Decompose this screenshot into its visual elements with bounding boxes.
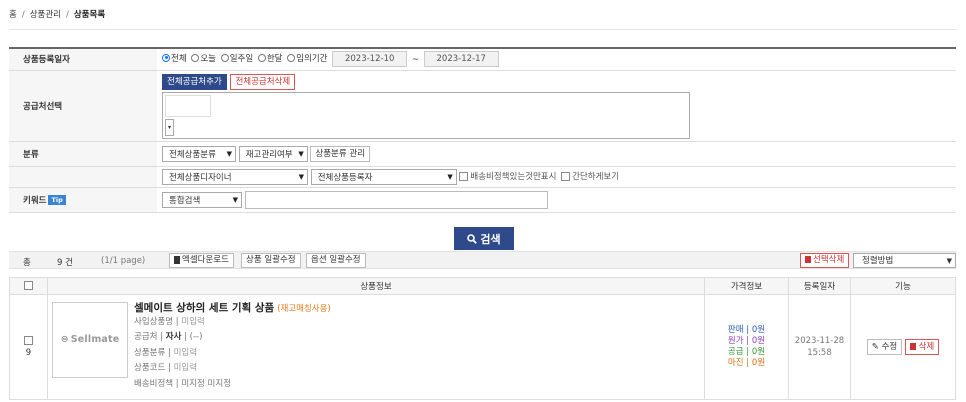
chevron-down-icon: ▼ [226, 149, 232, 158]
breadcrumb-home[interactable]: 홈 [9, 10, 17, 20]
category-select[interactable]: 전체상품분류 ▼ [162, 145, 236, 162]
category-manage-button[interactable]: 상품분류 관리 [310, 145, 371, 162]
reg-date: 2023-11-28 [794, 336, 845, 346]
keyword-input[interactable] [244, 190, 548, 209]
supplier-label: 공급처선택 [9, 70, 157, 142]
empty-label [9, 166, 157, 188]
page-indicator: (1/1 page) [101, 256, 146, 266]
price-cost: 원가 | 0원 [727, 336, 766, 346]
supplier-delete-all-button[interactable]: 전체공급처삭제 [230, 73, 296, 90]
price-sale: 판매 | 0원 [727, 325, 766, 335]
tip-badge[interactable]: Tip [48, 195, 66, 205]
radio-month[interactable]: 한달 [257, 52, 283, 64]
total-count: 9 건 [57, 258, 73, 268]
supplier-add-all-button[interactable]: 전체공급처추가 [162, 73, 227, 90]
search-icon [467, 233, 478, 244]
category-line: 상품분류 | 미입력 [134, 347, 198, 358]
search-button[interactable]: 검색 [454, 227, 514, 250]
header-info: 상품정보 [47, 277, 705, 295]
sort-select[interactable]: 정렬방법 ▼ [853, 253, 956, 268]
supplier-select[interactable] [165, 94, 211, 117]
table-row: 9 ⊜ Sellmate 셀메이트 상하의 세트 기획 상품 (재고매칭사용) 사입… [9, 294, 956, 400]
biz-name-line: 사입상품명 | 미입력 [134, 316, 205, 327]
date-to-input[interactable]: 2023-12-17 [423, 51, 499, 68]
product-name[interactable]: 셀메이트 상하의 세트 기획 상품 [134, 302, 274, 314]
chevron-down-icon: ▼ [946, 257, 952, 265]
trash-icon [805, 256, 811, 263]
product-table: 상품정보 가격정보 등록일자 기능 9 ⊜ Sellmate 셀메이트 상하의 세… [9, 277, 956, 400]
date-label: 상품등록일자 [9, 48, 157, 71]
date-separator: ~ [411, 54, 420, 65]
header-date: 등록일자 [788, 277, 851, 295]
chevron-down-icon: ▼ [232, 195, 238, 204]
radio-week[interactable]: 일주일 [220, 52, 253, 64]
simple-view-checkbox[interactable]: 간단하게보기 [561, 172, 619, 182]
excel-download-button[interactable]: 엑셀다운로드 [169, 253, 234, 268]
registrant-select[interactable]: 전체상품등록자 ▼ [310, 168, 457, 185]
keyword-type-select[interactable]: 통합검색 ▼ [162, 191, 242, 208]
breadcrumb-current: 상품목록 [73, 10, 106, 20]
logo-icon: ⊜ [60, 334, 69, 346]
supplier-line: 공급처 | 자사 | (--) [134, 332, 203, 343]
price-margin: 마진 | 0원 [727, 358, 766, 368]
row-checkbox[interactable] [24, 336, 33, 345]
reg-time: 15:58 [807, 348, 832, 358]
bulk-product-edit-button[interactable]: 상품 일괄수정 [241, 253, 301, 268]
delete-selected-button[interactable]: 선택삭제 [800, 253, 850, 268]
header-price: 가격정보 [704, 277, 789, 295]
divider [9, 29, 957, 30]
list-toolbar: 총 9 건 (1/1 page) 엑셀다운로드 상품 일괄수정 옵션 일괄수정 … [9, 251, 956, 269]
file-icon [174, 255, 180, 264]
date-from-input[interactable]: 2023-12-10 [332, 51, 408, 68]
chevron-down-icon: ▼ [298, 172, 304, 181]
code-line: 상품코드 | 미입력 [134, 363, 198, 374]
stock-select[interactable]: 재고관리여부 ▼ [238, 145, 308, 162]
select-all-checkbox[interactable] [24, 281, 33, 290]
shipping-line: 배송비정책 | 미지정 미지정 [134, 378, 232, 389]
designer-select[interactable]: 전체상품디자이너 ▼ [162, 168, 308, 185]
supplier-listbox[interactable]: ▾ [162, 91, 690, 139]
price-supply: 공급 | 0원 [727, 347, 766, 357]
chevron-down-icon: ▼ [447, 172, 453, 181]
shipping-checkbox[interactable]: 배송비정책있는것만표시 [459, 172, 556, 182]
product-thumbnail[interactable]: ⊜ Sellmate [52, 301, 128, 378]
delete-button[interactable]: 삭제 [904, 339, 940, 355]
supplier-dropdown-toggle[interactable]: ▾ [165, 118, 174, 136]
header-func: 기능 [850, 277, 956, 295]
radio-today[interactable]: 오늘 [191, 52, 216, 64]
product-memo: (재고매칭사용) [277, 303, 331, 314]
edit-button[interactable]: ✎ 수정 [866, 339, 903, 355]
row-number: 9 [25, 348, 32, 358]
edit-icon: ✎ [871, 342, 879, 352]
total-label: 총 [23, 258, 31, 268]
breadcrumb-section[interactable]: 상품관리 [30, 10, 61, 20]
chevron-down-icon: ▼ [298, 149, 304, 158]
keyword-label: 키워드 [23, 195, 47, 206]
bulk-option-edit-button[interactable]: 옵션 일괄수정 [306, 253, 366, 268]
category-label: 분류 [9, 141, 157, 167]
trash-icon [909, 343, 916, 350]
breadcrumb: 홈 / 상품관리 / 상품목록 [9, 10, 106, 20]
select-all-header [9, 277, 48, 295]
radio-all[interactable]: 전체 [162, 52, 187, 64]
search-form: 상품등록일자 전체 오늘 일주일 한달 임의기간 2023-12-10 ~ 20… [9, 47, 956, 213]
radio-custom[interactable]: 임의기간 [287, 52, 327, 64]
